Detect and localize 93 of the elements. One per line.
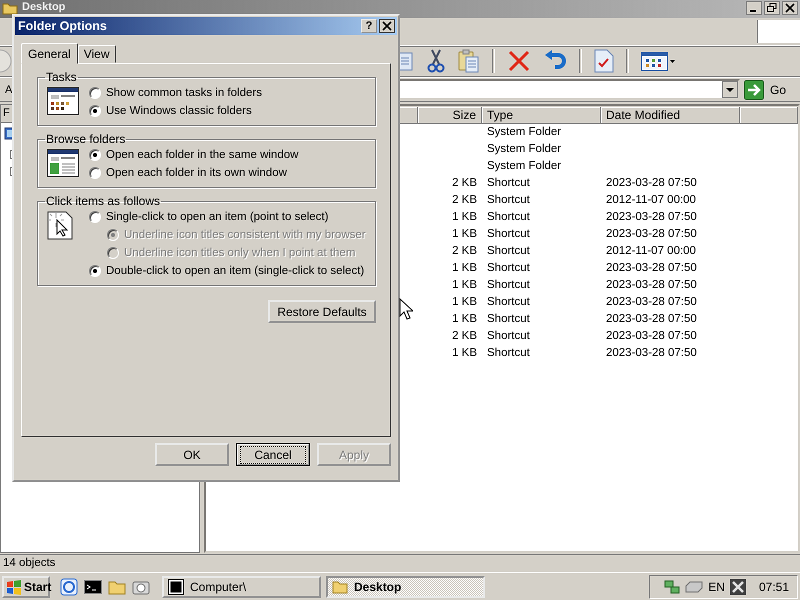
tab[interactable]: General: [21, 43, 78, 64]
mouse-pointer-icon: [399, 298, 413, 320]
dialog-button[interactable]: OK: [155, 443, 229, 466]
language-indicator[interactable]: EN: [708, 580, 725, 594]
go-button[interactable]: Go: [744, 80, 792, 100]
column-header[interactable]: Date Modified: [601, 106, 740, 124]
table-cell-text: System Folder: [486, 159, 562, 174]
close-icon[interactable]: [379, 19, 395, 33]
table-cell-text: 2023-03-28 07:50: [605, 278, 698, 293]
table-cell-text: 1 KB: [451, 312, 478, 327]
table-cell-text: 1 KB: [451, 346, 478, 361]
table-cell-text: 2023-03-28 07:50: [605, 346, 698, 361]
table-cell-text: Shortcut: [486, 193, 531, 208]
clipboard-icon[interactable]: [458, 49, 480, 73]
close-icon[interactable]: [782, 1, 798, 15]
column-header[interactable]: Size: [418, 106, 482, 124]
radio-button[interactable]: [89, 211, 101, 223]
table-cell-text: 2023-03-28 07:50: [605, 227, 698, 242]
help-button[interactable]: ?: [361, 19, 377, 33]
network-icon[interactable]: [664, 578, 680, 595]
minimize-icon[interactable]: [746, 1, 762, 15]
table-cell-text: Shortcut: [486, 312, 531, 327]
option-label[interactable]: Open each folder in its own window: [106, 167, 287, 179]
camera-icon[interactable]: [132, 578, 150, 595]
table-cell-text: Shortcut: [486, 227, 531, 242]
drive-icon[interactable]: [685, 580, 704, 593]
group-label: Tasks: [45, 70, 78, 84]
table-cell-text: Shortcut: [486, 261, 531, 276]
restore-defaults-button[interactable]: Restore Defaults: [268, 300, 376, 323]
windows-flag-icon: [6, 578, 22, 595]
properties-icon[interactable]: [594, 49, 614, 73]
table-cell-text: 2023-03-28 07:50: [605, 261, 698, 276]
table-cell-text: 1 KB: [451, 210, 478, 225]
dropdown-icon[interactable]: [722, 81, 738, 98]
table-cell-text: Shortcut: [486, 329, 531, 344]
option-label[interactable]: Double-click to open an item (single-click to select): [106, 265, 364, 277]
browser-icon[interactable]: [60, 578, 78, 596]
address-label: A: [5, 84, 14, 96]
table-cell-text: Shortcut: [486, 244, 531, 259]
views-icon[interactable]: [641, 50, 675, 72]
radio-button[interactable]: [89, 105, 101, 117]
table-cell-text: 1 KB: [451, 295, 478, 310]
table-cell-text: 2 KB: [451, 329, 478, 344]
table-cell-text: 2023-03-28 07:50: [605, 312, 698, 327]
dialog-button[interactable]: Cancel: [236, 443, 310, 466]
table-cell-text: Shortcut: [486, 295, 531, 310]
table-cell-text: System Folder: [486, 125, 562, 140]
folder-icon: [332, 578, 348, 595]
table-cell-text: 2023-03-28 07:50: [605, 176, 698, 191]
column-header[interactable]: Type: [482, 106, 601, 124]
table-cell-text: 2023-03-28 07:50: [605, 295, 698, 310]
table-cell-text: Shortcut: [486, 176, 531, 191]
table-cell-text: 2023-03-28 07:50: [605, 329, 698, 344]
taskbar-button[interactable]: Desktop: [326, 576, 485, 598]
tab[interactable]: View: [78, 45, 116, 63]
option-label[interactable]: Open each folder in the same window: [106, 149, 298, 161]
terminal-icon[interactable]: [84, 578, 102, 595]
table-cell-text: 1 KB: [451, 278, 478, 293]
window-title: Folder Options: [18, 19, 108, 33]
table-cell-text: Shortcut: [486, 278, 531, 293]
table-cell-text: Shortcut: [486, 210, 531, 225]
window-icon: [47, 149, 79, 178]
radio-button[interactable]: [89, 265, 101, 277]
table-cell-text: 1 KB: [451, 261, 478, 276]
column-header[interactable]: [740, 106, 798, 124]
copy-icon[interactable]: [398, 50, 414, 72]
table-cell-text: System Folder: [486, 142, 562, 157]
folder-icon: [2, 1, 18, 15]
table-cell-text: 2012-11-07 00:00: [605, 244, 697, 259]
table-cell-text: 2 KB: [451, 176, 478, 191]
radio-button[interactable]: [89, 167, 101, 179]
clock: 07:51: [758, 580, 789, 594]
logo-box: [757, 20, 800, 43]
delete-icon[interactable]: [507, 49, 531, 73]
scissors-icon[interactable]: [426, 49, 446, 73]
group-label: Browse folders: [45, 132, 126, 146]
option-label[interactable]: Single-click to open an item (point to select): [106, 211, 328, 223]
window-icon: [47, 87, 79, 116]
group-label: Click items as follows: [45, 194, 162, 208]
table-cell-text: Shortcut: [486, 346, 531, 361]
table-cell-text: 2 KB: [451, 244, 478, 259]
table-cell-text: 2012-11-07 00:00: [605, 193, 697, 208]
taskbar-button[interactable]: Computer\: [162, 576, 321, 598]
table-cell-text: 2 KB: [451, 193, 478, 208]
option-label[interactable]: Show common tasks in folders: [106, 87, 262, 99]
start-button[interactable]: Start: [2, 576, 50, 598]
status-text: 14 objects: [0, 554, 800, 572]
radio-button[interactable]: [89, 87, 101, 99]
table-cell-text: 1 KB: [451, 227, 478, 242]
radio-button[interactable]: [89, 149, 101, 161]
restore-icon[interactable]: [764, 1, 780, 15]
window-title: Desktop: [22, 1, 66, 13]
table-cell-text: 2023-03-28 07:50: [605, 210, 698, 225]
